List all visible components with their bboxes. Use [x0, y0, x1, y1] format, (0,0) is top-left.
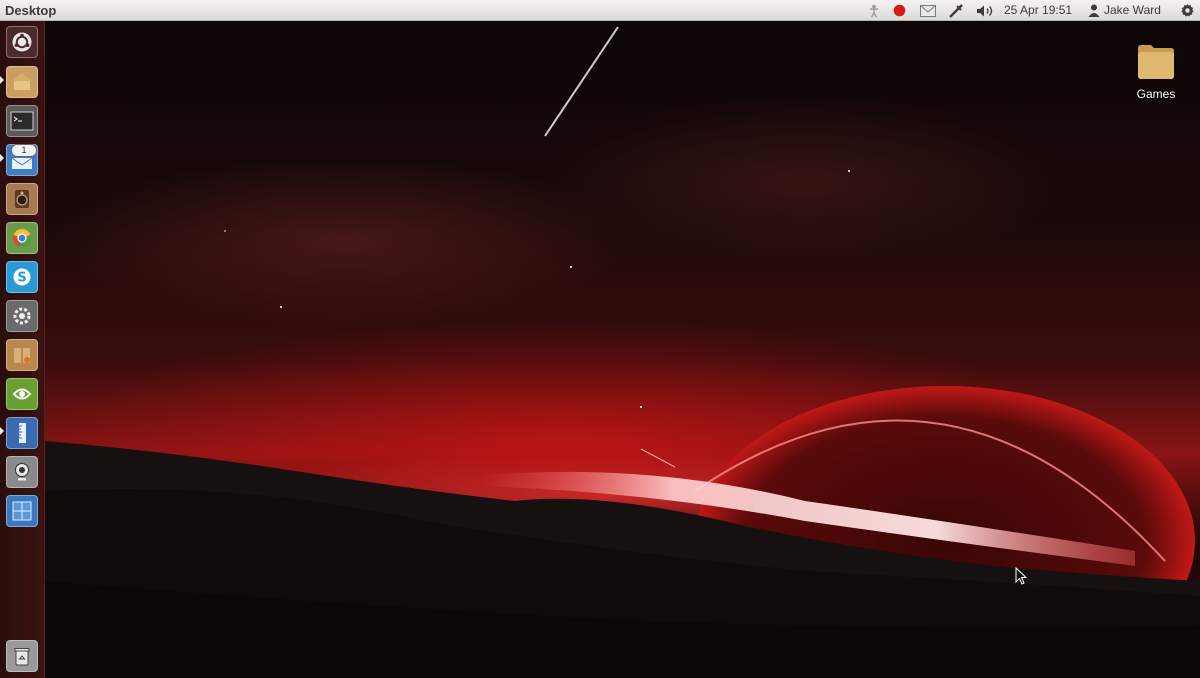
launcher-item-audio-recorder[interactable]: [6, 183, 38, 215]
mail-icon[interactable]: [918, 2, 938, 19]
launcher: 1 S: [0, 21, 45, 678]
ruler-icon: [19, 423, 26, 443]
settings-icon: [13, 307, 31, 325]
running-indicator: [0, 427, 4, 435]
webcam-icon: [15, 463, 29, 481]
volume-icon[interactable]: [974, 2, 996, 19]
svg-text:S: S: [17, 271, 26, 286]
launcher-item-archive-manager[interactable]: [6, 339, 38, 371]
nvidia-icon: [12, 388, 32, 400]
speaker-icon: [15, 190, 29, 208]
window-title: Desktop: [5, 3, 57, 18]
folder-icon: [1138, 45, 1174, 79]
gear-icon[interactable]: [1178, 2, 1196, 19]
user-icon[interactable]: [1087, 2, 1101, 19]
terminal-icon: [10, 111, 34, 131]
package-icon: [14, 348, 30, 363]
launcher-item-workspace-switcher[interactable]: [6, 495, 38, 527]
workspace-icon: [12, 501, 32, 521]
launcher-item-chromium[interactable]: [6, 222, 38, 254]
launcher-item-trash[interactable]: [6, 640, 38, 672]
launcher-item-terminal[interactable]: [6, 105, 38, 137]
desktop-icon-label: Games: [1136, 87, 1176, 101]
launcher-item-system-settings[interactable]: [6, 300, 38, 332]
mouse-cursor-icon: [1015, 567, 1027, 585]
launcher-item-email-client[interactable]: 1: [6, 144, 38, 176]
desktop-icon-games[interactable]: Games: [1128, 42, 1184, 101]
chromium-icon: [13, 228, 32, 248]
recording-indicator-icon[interactable]: [891, 2, 907, 19]
unread-count-badge: 1: [11, 144, 37, 157]
ubuntu-logo-icon: [12, 32, 32, 52]
launcher-item-dash-home[interactable]: [6, 26, 38, 58]
user-name[interactable]: Jake Ward: [1104, 3, 1161, 17]
launcher-item-nvidia-settings[interactable]: [6, 378, 38, 410]
desktop-background[interactable]: Games: [45, 21, 1200, 678]
running-indicator: [0, 76, 4, 84]
clock[interactable]: 25 Apr 19:51: [1004, 3, 1072, 17]
network-icon[interactable]: [946, 2, 966, 19]
home-folder-icon: [12, 73, 32, 90]
launcher-item-home-folder[interactable]: [6, 66, 38, 98]
running-indicator: [0, 154, 4, 162]
launcher-item-skype[interactable]: S: [6, 261, 38, 293]
skype-icon: S: [13, 268, 31, 286]
top-panel: Desktop 25 Apr 19:51 Jake Ward: [0, 0, 1200, 21]
launcher-item-text-editor[interactable]: [6, 417, 38, 449]
trash-icon: [14, 648, 30, 666]
accessibility-icon[interactable]: [866, 2, 882, 19]
launcher-item-webcam[interactable]: [6, 456, 38, 488]
